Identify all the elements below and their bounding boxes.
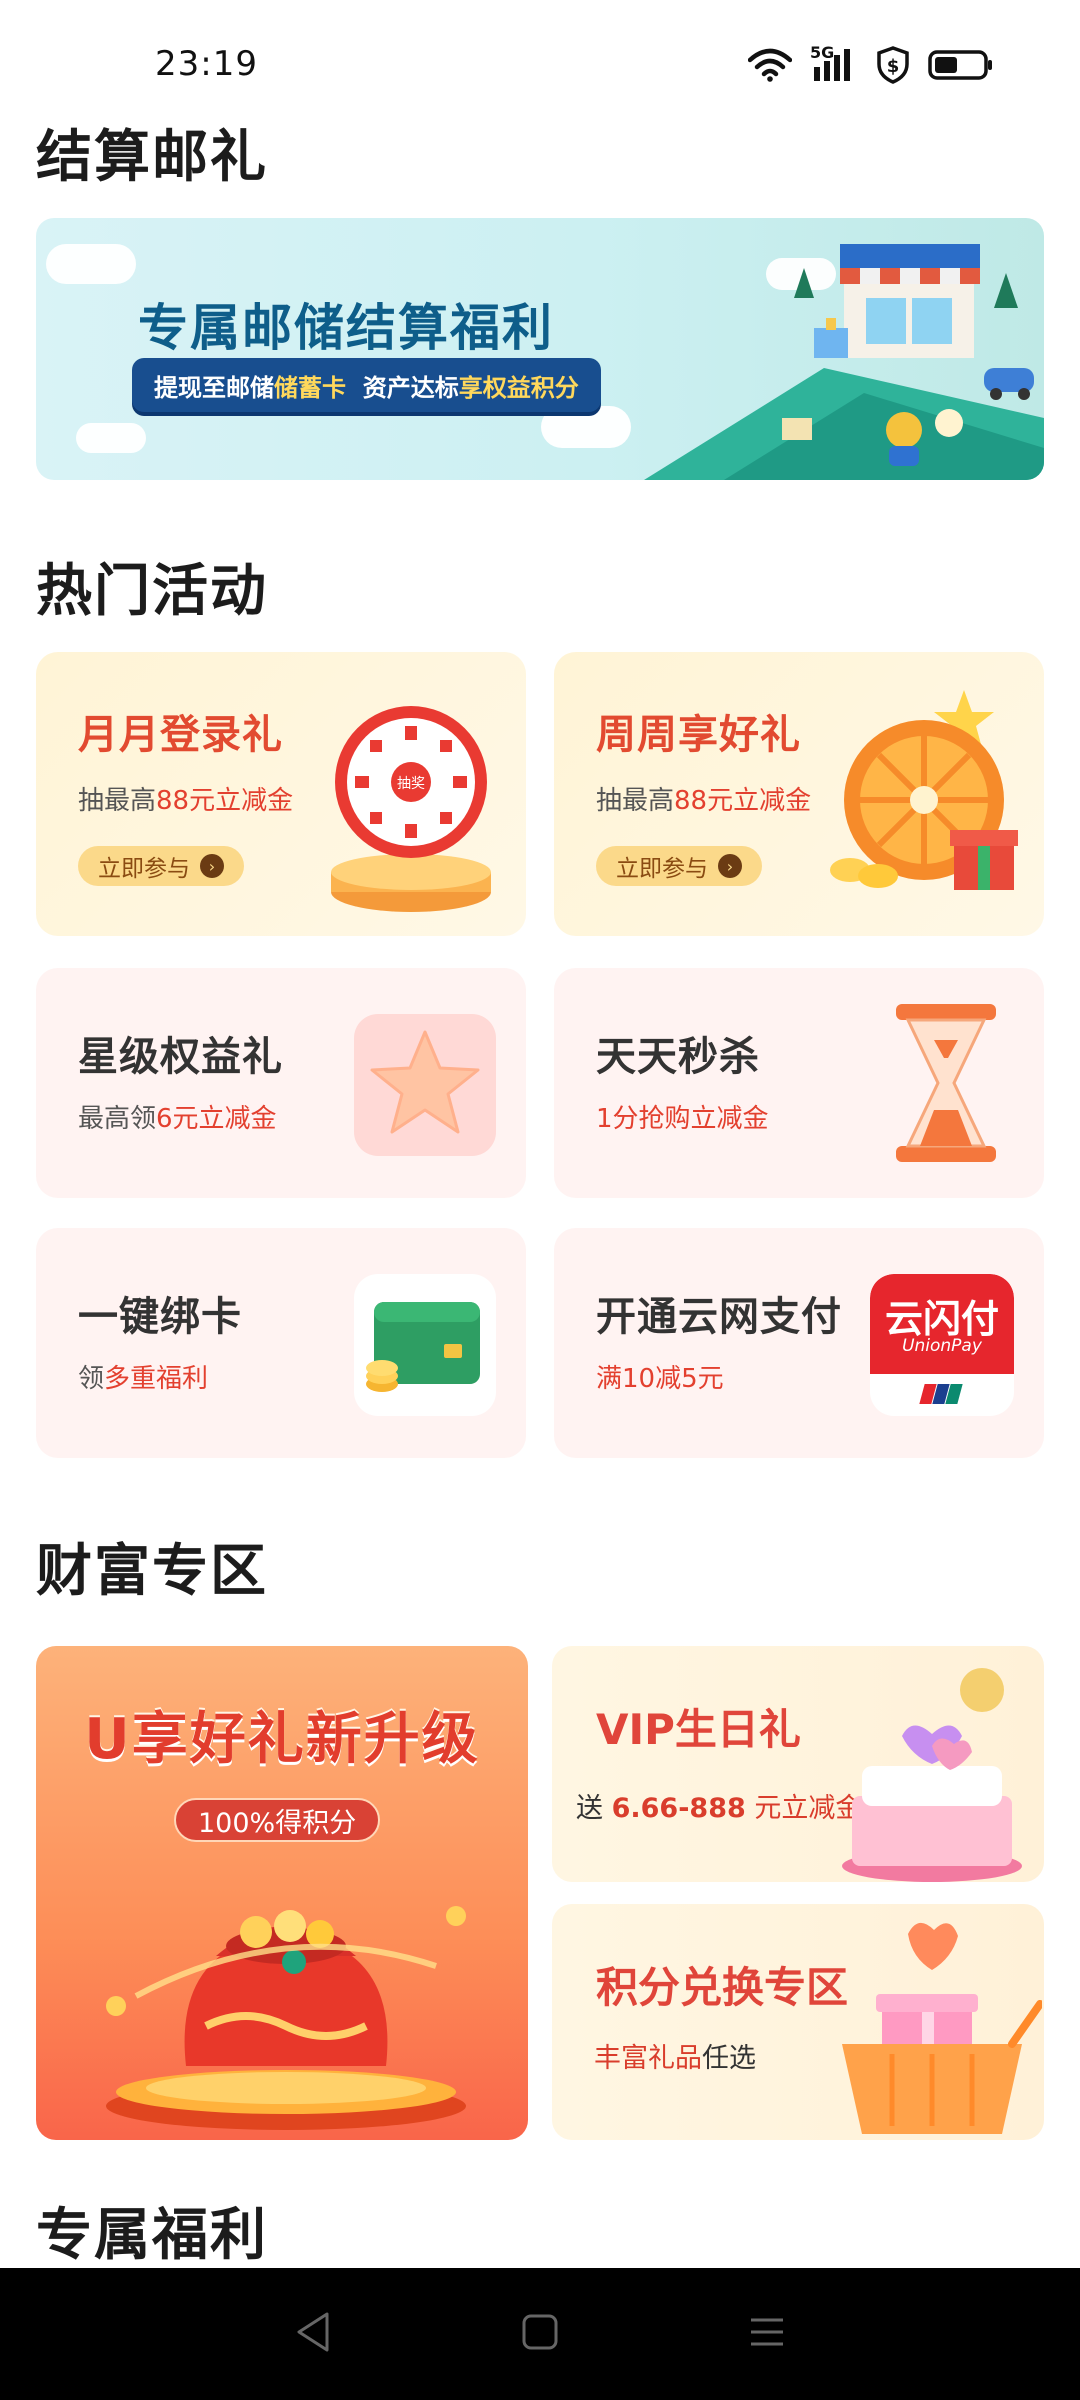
small-card-subtitle-highlight: 丰富礼品 — [594, 2043, 702, 2074]
settlement-banner[interactable]: 专属邮储结算福利 提现至邮储 储蓄卡 资产达标 享权益积分 — [36, 218, 1044, 480]
status-time: 23:19 — [155, 44, 258, 84]
status-bar: 23:19 5G $ — [0, 0, 1080, 120]
card-title: 周周享好礼 — [596, 712, 801, 758]
join-button-label: 立即参与 — [98, 856, 190, 882]
birthday-cake-icon — [842, 1668, 1022, 1882]
card-subtitle: 满10减5元 — [596, 1358, 724, 1395]
card-monthly-login[interactable]: 月月登录礼 抽最高88元立减金 立即参与 › 抽奖 — [36, 652, 526, 936]
card-subtitle: 1分抢购立减金 — [596, 1098, 769, 1135]
banner-title: 专属邮储结算福利 — [138, 299, 554, 357]
wifi-icon — [748, 48, 792, 82]
prize-wheel-icon: 抽奖 — [331, 706, 491, 912]
small-card-title: VIP生日礼 — [596, 1705, 801, 1754]
card-bind-card[interactable]: 一键绑卡 领多重福利 — [36, 1228, 526, 1458]
chevron-right-icon: › — [718, 854, 742, 878]
star-icon — [354, 1014, 496, 1156]
home-icon[interactable] — [520, 2312, 560, 2356]
chevron-right-icon: › — [200, 854, 224, 878]
wheel-label: 抽奖 — [397, 775, 425, 792]
card-title: 月月登录礼 — [78, 712, 283, 758]
bank-card-icon — [354, 1274, 496, 1416]
join-button-label: 立即参与 — [616, 856, 708, 882]
unionpay-logo-icon: 云闪付 UnionPay — [870, 1274, 1014, 1416]
banner-pill: 提现至邮储 储蓄卡 资产达标 享权益积分 — [132, 358, 601, 412]
cloud-decoration — [46, 244, 136, 284]
banner-pill-highlight: 储蓄卡 — [274, 373, 346, 402]
card-subtitle-highlight: 6元立减金 — [156, 1104, 277, 1134]
card-subtitle: 抽最高88元立减金 — [78, 780, 293, 817]
big-card-pill: 100%得积分 — [174, 1798, 381, 1842]
spin-wheel-gift-icon — [830, 690, 1018, 890]
menu-icon[interactable] — [747, 2312, 787, 2356]
banner-pill-text: 资产达标 — [346, 373, 459, 402]
card-subtitle: 领多重福利 — [78, 1358, 208, 1395]
small-card-subtitle: 丰富礼品任选 — [594, 2036, 756, 2075]
card-subtitle-highlight: 1分抢购立减金 — [596, 1104, 769, 1134]
card-subtitle-prefix: 抽最高 — [78, 786, 157, 816]
card-subtitle-highlight: 多重福利 — [104, 1364, 209, 1394]
card-vip-birthday[interactable]: VIP生日礼 送 6.66-888 元立减金 — [552, 1646, 1044, 1882]
system-nav-bar — [0, 2268, 1080, 2400]
card-subtitle-highlight: 满10减5元 — [596, 1364, 724, 1394]
card-daily-flash-sale[interactable]: 天天秒杀 1分抢购立减金 — [554, 968, 1044, 1198]
unionpay-logo-text: 云闪付 — [884, 1297, 999, 1341]
section-title-hot: 热门活动 — [36, 559, 268, 624]
banner-pill-highlight: 享权益积分 — [458, 373, 579, 402]
shield-dollar-icon: $ — [876, 46, 910, 84]
card-subtitle-highlight: 88元立减金 — [156, 786, 294, 816]
hourglass-icon — [896, 1004, 996, 1162]
card-title: 星级权益礼 — [78, 1034, 283, 1080]
section-title-settlement: 结算邮礼 — [36, 125, 268, 190]
card-subtitle: 抽最高88元立减金 — [596, 780, 811, 817]
card-subtitle-prefix: 最高领 — [78, 1104, 157, 1134]
small-card-subtitle: 送 6.66-888 元立减金 — [576, 1786, 862, 1825]
card-star-rights[interactable]: 星级权益礼 最高领6元立减金 — [36, 968, 526, 1198]
card-cloud-pay[interactable]: 开通云网支付 满10减5元 云闪付 UnionPay — [554, 1228, 1044, 1458]
cloud-decoration — [76, 423, 146, 453]
small-card-subtitle-suffix: 任选 — [702, 2043, 756, 2074]
card-weekly-gift[interactable]: 周周享好礼 抽最高88元立减金 立即参与 › — [554, 652, 1044, 936]
join-button[interactable]: 立即参与 › — [78, 846, 244, 886]
small-card-title: 积分兑换专区 — [596, 1963, 849, 2012]
big-card-title: U享好礼新升级 — [84, 1707, 480, 1772]
card-subtitle-prefix: 领 — [78, 1364, 105, 1394]
shop-illustration-icon — [644, 244, 1044, 480]
lucky-bag-icon — [106, 1906, 466, 2130]
card-title: 一键绑卡 — [78, 1294, 242, 1340]
status-icons: 5G $ — [748, 43, 994, 84]
signal-5g-icon: 5G — [810, 43, 858, 83]
small-card-subtitle-highlight: 6.66-888 — [611, 1793, 746, 1824]
card-u-gift-upgrade[interactable]: U享好礼新升级 100%得积分 — [36, 1646, 528, 2140]
unionpay-logo-sub: UnionPay — [902, 1336, 982, 1356]
card-points-exchange[interactable]: 积分兑换专区 丰富礼品任选 — [552, 1904, 1044, 2140]
join-button[interactable]: 立即参与 › — [596, 846, 762, 886]
shopping-basket-icon — [842, 1922, 1042, 2134]
card-subtitle-prefix: 抽最高 — [596, 786, 675, 816]
card-subtitle: 最高领6元立减金 — [78, 1098, 277, 1135]
back-icon[interactable] — [293, 2310, 333, 2358]
card-title: 开通云网支付 — [596, 1294, 842, 1340]
section-title-wealth: 财富专区 — [36, 1539, 268, 1604]
section-title-exclusive: 专属福利 — [36, 2203, 268, 2268]
svg-text:$: $ — [887, 56, 900, 77]
card-subtitle-highlight: 88元立减金 — [674, 786, 812, 816]
card-title: 天天秒杀 — [596, 1034, 760, 1080]
banner-pill-text: 提现至邮储 — [154, 373, 274, 402]
battery-icon — [928, 49, 994, 81]
small-card-subtitle-prefix: 送 — [576, 1793, 612, 1824]
